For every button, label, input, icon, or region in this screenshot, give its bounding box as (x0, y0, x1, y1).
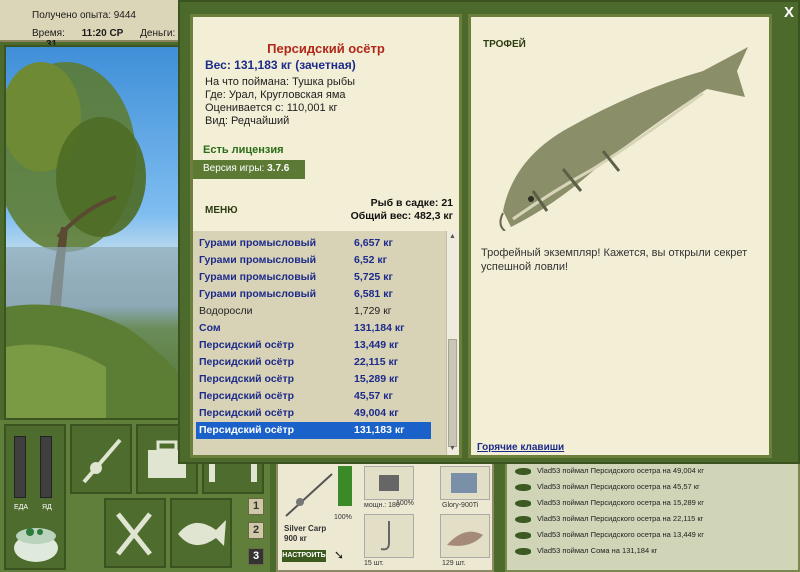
bait-count: 129 шт. (442, 560, 466, 567)
keepnet-summary: Рыб в садке: 21 Общий вес: 482,3 кг (351, 197, 453, 223)
log-entry: Vlad53 поймал Персидского осетра на 49,0… (515, 466, 795, 480)
rod-name: Silver Carp (284, 524, 327, 533)
caught-on: На что поймана: Тушка рыбы (205, 76, 356, 88)
fish-icon (515, 515, 531, 523)
poison-gauge-label: ЯД (42, 504, 52, 511)
rod-weight: 900 кг (284, 534, 307, 543)
scroll-up-icon[interactable]: ▲ (449, 233, 456, 240)
log-entry: Vlad53 поймал Персидского осетра на 22,1… (515, 514, 795, 528)
version-value: 3.7.6 (267, 163, 290, 174)
line-spool-icon (451, 473, 477, 493)
keepnet-count: Рыб в садке: 21 (370, 197, 453, 209)
catch-row[interactable]: Персидский осётр 49,004 кг (196, 405, 431, 422)
fish-weight: Вес: 131,183 кг (зачетная) (205, 58, 356, 72)
slot-2-button[interactable]: 2 (248, 522, 264, 539)
reel-icon (379, 475, 399, 491)
fish-title: Персидский осётр (267, 41, 385, 56)
reel-slot[interactable] (364, 466, 414, 500)
catch-row[interactable]: Персидский осётр 22,115 кг (196, 354, 431, 371)
rod-reel-icon[interactable] (280, 466, 338, 524)
status-gauges-tile: ЕДА ЯД (4, 424, 66, 570)
hook-icon (380, 521, 390, 551)
log-entry: Vlad53 поймал Персидского осетра на 13,4… (515, 530, 795, 544)
catch-row[interactable]: Персидский осётр 13,449 кг (196, 337, 431, 354)
catch-row[interactable]: Гурами промысловый 6,52 кг (196, 252, 431, 269)
slot-1-button[interactable]: 1 (248, 498, 264, 515)
version-label: Версия игры: (203, 163, 265, 174)
log-entry: Vlad53 поймал Персидского осетра на 45,5… (515, 482, 795, 496)
time-value: 11:20 СР (81, 28, 124, 39)
sturgeon-image (499, 47, 748, 231)
money-label: Деньги: (140, 28, 176, 39)
arrow-icon: ➘ (334, 548, 345, 562)
trophy-description: Трофейный экземпляр! Кажется, вы открыли… (481, 247, 748, 273)
line-name: Glory-900Ti (442, 502, 479, 509)
catch-row[interactable]: Персидский осётр 45,57 кг (196, 388, 431, 405)
food-gauge (14, 436, 26, 498)
bait-icon (447, 531, 483, 546)
catch-row[interactable]: Гурами промысловый 6,657 кг (196, 235, 431, 252)
catch-log-panel: Vlad53 поймал Персидского осетра на 49,0… (505, 462, 800, 572)
fish-icon (515, 531, 531, 539)
fish-icon (515, 467, 531, 475)
line-slot[interactable] (440, 466, 490, 500)
catch-row[interactable]: Гурами промысловый 5,725 кг (196, 269, 431, 286)
fish-info-panel: Персидский осётр Вес: 131,183 кг (зачетн… (190, 14, 462, 458)
fish-icon (178, 520, 226, 546)
catch-row[interactable]: Персидский осётр 15,289 кг (196, 371, 431, 388)
reel-power: мощн.: 180 (364, 502, 400, 509)
rod-percent: 100% (334, 514, 352, 521)
durability-bar (338, 466, 352, 506)
setup-button[interactable]: НАСТРОИТЬ (282, 550, 326, 562)
fish-kind: Вид: Редчайший (205, 115, 290, 127)
hook-slot[interactable] (364, 514, 414, 558)
scrollbar-thumb[interactable] (448, 339, 457, 447)
food-gauge-label: ЕДА (14, 504, 29, 511)
poison-gauge (40, 436, 52, 498)
fish-icon (515, 483, 531, 491)
fishing-location-scene (4, 45, 180, 420)
fish-icon (515, 547, 531, 555)
landscape-illustration (6, 62, 178, 418)
rod-tile[interactable] (70, 424, 132, 494)
slot-3-button[interactable]: 3 (248, 548, 264, 565)
keepnet-total: Общий вес: 482,3 кг (350, 210, 453, 222)
tackle-panel: Silver Carp 900 кг 100% 100% мощн.: 180 … (276, 462, 494, 572)
menu-button[interactable]: МЕНЮ (205, 205, 238, 216)
scroll-down-icon[interactable]: ▼ (449, 445, 456, 452)
catch-row-selected[interactable]: Персидский осётр 131,183 кг (196, 422, 431, 439)
catch-row[interactable]: Водоросли 1,729 кг (196, 303, 431, 320)
hook-count: 15 шт. (364, 560, 384, 567)
time-label: Время: (32, 28, 65, 39)
hotkeys-link[interactable]: Горячие клавиши (477, 442, 564, 453)
fishing-rod-icon (82, 438, 122, 484)
license-status: Есть лицензия (203, 144, 284, 156)
log-entry: Vlad53 поймал Сома на 131,184 кг (515, 546, 795, 560)
catch-row[interactable]: Гурами промысловый 6,581 кг (196, 286, 431, 303)
close-button[interactable]: X (780, 4, 798, 22)
fish-icon (515, 499, 531, 507)
trophy-panel: ТРОФЕЙ Трофейный экземпляр! Кажется, вы … (468, 14, 772, 458)
kitchen-tile[interactable] (104, 498, 166, 568)
catch-row[interactable]: Сом 131,184 кг (196, 320, 431, 337)
log-entry: Vlad53 поймал Персидского осетра на 15,2… (515, 498, 795, 512)
bait-slot[interactable] (440, 514, 490, 558)
game-version: Версия игры: 3.7.6 (193, 160, 305, 179)
status-bar: Получено опыта: 9444 Время: 11:20 СР Ден… (0, 0, 182, 50)
fish-guide-tile[interactable] (170, 498, 232, 568)
experience-text: Получено опыта: 9444 (32, 10, 136, 21)
catch-location: Где: Урал, Кругловская яма (205, 89, 346, 101)
fork-knife-icon (116, 512, 152, 556)
rated-from: Оценивается с: 110,001 кг (205, 102, 338, 114)
pot-icon[interactable] (10, 518, 62, 564)
catch-list[interactable]: Гурами промысловый 6,657 кг Гурами промыс… (193, 231, 446, 455)
